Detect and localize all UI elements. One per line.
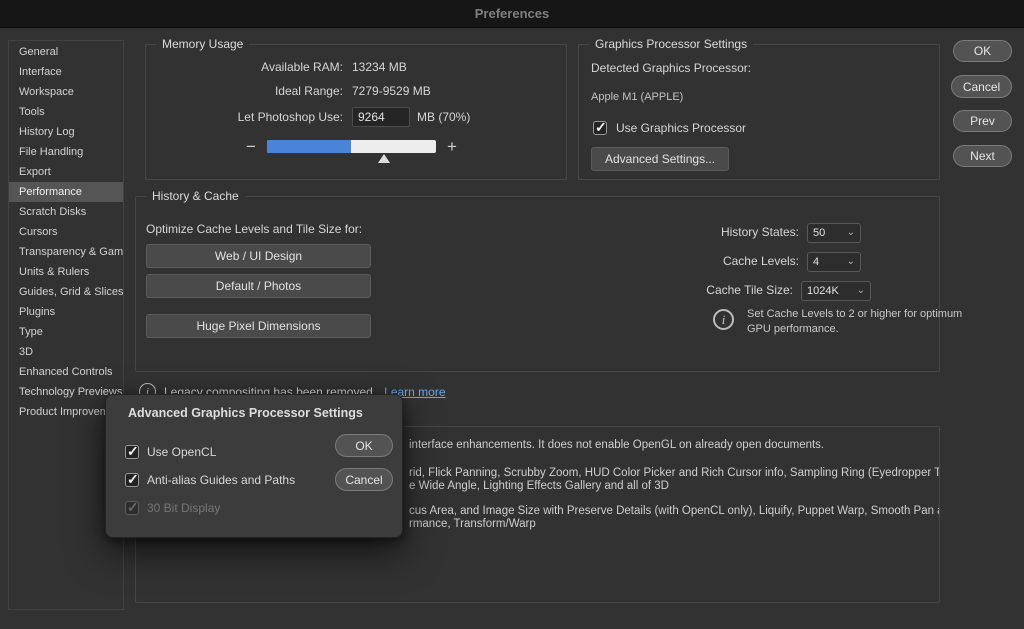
- sidebar-item-general[interactable]: General: [9, 42, 123, 62]
- preset-web-ui-design-button[interactable]: Web / UI Design: [146, 244, 371, 268]
- optimize-cache-label: Optimize Cache Levels and Tile Size for:: [146, 222, 363, 236]
- history-states-label: History States:: [720, 225, 799, 239]
- let-photoshop-use-label: Let Photoshop Use:: [237, 110, 343, 124]
- memory-usage-title: Memory Usage: [156, 37, 250, 51]
- description-line: e Wide Angle, Lighting Effects Gallery a…: [409, 480, 669, 492]
- sidebar-item-3d[interactable]: 3D: [9, 342, 123, 362]
- sidebar-item-enhanced-controls[interactable]: Enhanced Controls: [9, 362, 123, 382]
- advanced-settings-button[interactable]: Advanced Settings...: [591, 147, 730, 171]
- sidebar-item-cursors[interactable]: Cursors: [9, 222, 123, 242]
- cancel-button[interactable]: Cancel: [951, 75, 1012, 98]
- use-graphics-processor-row: Use Graphics Processor: [593, 119, 747, 136]
- memory-usage-section: Memory Usage Available RAM: 13234 MB Ide…: [145, 37, 567, 180]
- thirty-bit-display-row: 30 Bit Display: [125, 499, 221, 516]
- preferences-window: Preferences General Interface Workspace …: [0, 0, 1024, 629]
- thirty-bit-display-checkbox: [125, 499, 139, 516]
- ideal-range-label: Ideal Range:: [274, 84, 343, 98]
- anti-alias-guides-row: Anti-alias Guides and Paths: [125, 471, 296, 488]
- anti-alias-guides-checkbox[interactable]: [125, 471, 139, 488]
- preset-huge-pixel-dimensions-button[interactable]: Huge Pixel Dimensions: [146, 314, 371, 338]
- history-cache-title: History & Cache: [146, 189, 245, 203]
- cache-levels-label: Cache Levels:: [722, 254, 799, 268]
- let-photoshop-use-suffix: MB (70%): [417, 110, 471, 124]
- sidebar-item-plugins[interactable]: Plugins: [9, 302, 123, 322]
- cache-levels-dropdown[interactable]: 4: [807, 252, 861, 272]
- available-ram-row: Available RAM: 13234 MB: [146, 60, 407, 74]
- cache-levels-value: 4: [813, 256, 820, 268]
- thirty-bit-display-label: 30 Bit Display: [147, 501, 221, 515]
- description-line: rmance, Transform/Warp: [409, 518, 536, 530]
- sidebar-item-transparency-gamut[interactable]: Transparency & Gamut: [9, 242, 123, 262]
- title-bar: Preferences: [0, 0, 1024, 28]
- window-title: Preferences: [474, 6, 550, 21]
- memory-slider-fill: [266, 140, 352, 153]
- description-line: interface enhancements. It does not enab…: [409, 439, 825, 451]
- advanced-gpu-dialog-title: Advanced Graphics Processor Settings: [128, 406, 363, 420]
- use-graphics-processor-checkbox[interactable]: [593, 119, 607, 136]
- ideal-range-value: 7279-9529 MB: [352, 84, 431, 98]
- sidebar-item-units-rulers[interactable]: Units & Rulers: [9, 262, 123, 282]
- use-opencl-row: Use OpenCL: [125, 443, 217, 460]
- cache-tile-size-dropdown[interactable]: 1024K: [801, 281, 871, 301]
- available-ram-value: 13234 MB: [352, 60, 407, 74]
- advanced-gpu-dialog: Advanced Graphics Processor Settings Use…: [105, 394, 403, 538]
- detected-gpu-label: Detected Graphics Processor:: [591, 61, 752, 75]
- graphics-processor-title: Graphics Processor Settings: [589, 37, 754, 51]
- memory-slider-row: − +: [246, 138, 457, 163]
- ideal-range-row: Ideal Range: 7279-9529 MB: [146, 84, 431, 98]
- chevron-down-icon: [843, 257, 855, 267]
- description-line: rid, Flick Panning, Scrubby Zoom, HUD Co…: [409, 467, 940, 479]
- detected-gpu-value: Apple M1 (APPLE): [591, 91, 684, 103]
- graphics-processor-section: Graphics Processor Settings Detected Gra…: [578, 37, 940, 180]
- let-photoshop-use-input[interactable]: [352, 107, 410, 127]
- anti-alias-guides-label: Anti-alias Guides and Paths: [147, 473, 296, 487]
- cache-tile-size-label: Cache Tile Size:: [706, 283, 793, 297]
- gpu-tip-text: Set Cache Levels to 2 or higher for opti…: [747, 308, 963, 336]
- chevron-down-icon: [843, 228, 855, 238]
- use-graphics-processor-label: Use Graphics Processor: [616, 121, 747, 135]
- memory-slider-track[interactable]: [266, 140, 436, 163]
- sidebar-item-workspace[interactable]: Workspace: [9, 82, 123, 102]
- available-ram-label: Available RAM:: [261, 60, 343, 74]
- sidebar-item-history-log[interactable]: History Log: [9, 122, 123, 142]
- memory-slider-thumb[interactable]: [377, 154, 390, 163]
- sidebar-item-performance[interactable]: Performance: [9, 182, 123, 202]
- history-cache-section: History & Cache Optimize Cache Levels an…: [135, 189, 962, 372]
- sidebar-item-file-handling[interactable]: File Handling: [9, 142, 123, 162]
- dialog-cancel-button[interactable]: Cancel: [335, 468, 393, 491]
- info-icon: i: [713, 309, 734, 330]
- ok-button[interactable]: OK: [953, 40, 1012, 62]
- preset-default-photos-button[interactable]: Default / Photos: [146, 274, 371, 298]
- let-photoshop-use-row: Let Photoshop Use: MB (70%): [146, 107, 470, 127]
- chevron-down-icon: [853, 286, 865, 296]
- next-button[interactable]: Next: [953, 145, 1012, 167]
- use-opencl-checkbox[interactable]: [125, 443, 139, 460]
- sidebar-item-interface[interactable]: Interface: [9, 62, 123, 82]
- slider-minus-button[interactable]: −: [246, 138, 256, 155]
- cache-tile-size-value: 1024K: [807, 285, 839, 297]
- sidebar-item-guides-grid-slices[interactable]: Guides, Grid & Slices: [9, 282, 123, 302]
- history-states-dropdown[interactable]: 50: [807, 223, 861, 243]
- dialog-ok-button[interactable]: OK: [335, 434, 393, 457]
- prev-button[interactable]: Prev: [953, 110, 1012, 132]
- sidebar-item-export[interactable]: Export: [9, 162, 123, 182]
- use-opencl-label: Use OpenCL: [147, 445, 217, 459]
- slider-plus-button[interactable]: +: [447, 138, 457, 155]
- description-line: cus Area, and Image Size with Preserve D…: [409, 505, 940, 517]
- sidebar-item-type[interactable]: Type: [9, 322, 123, 342]
- sidebar-item-scratch-disks[interactable]: Scratch Disks: [9, 202, 123, 222]
- sidebar-item-tools[interactable]: Tools: [9, 102, 123, 122]
- history-states-value: 50: [813, 227, 826, 239]
